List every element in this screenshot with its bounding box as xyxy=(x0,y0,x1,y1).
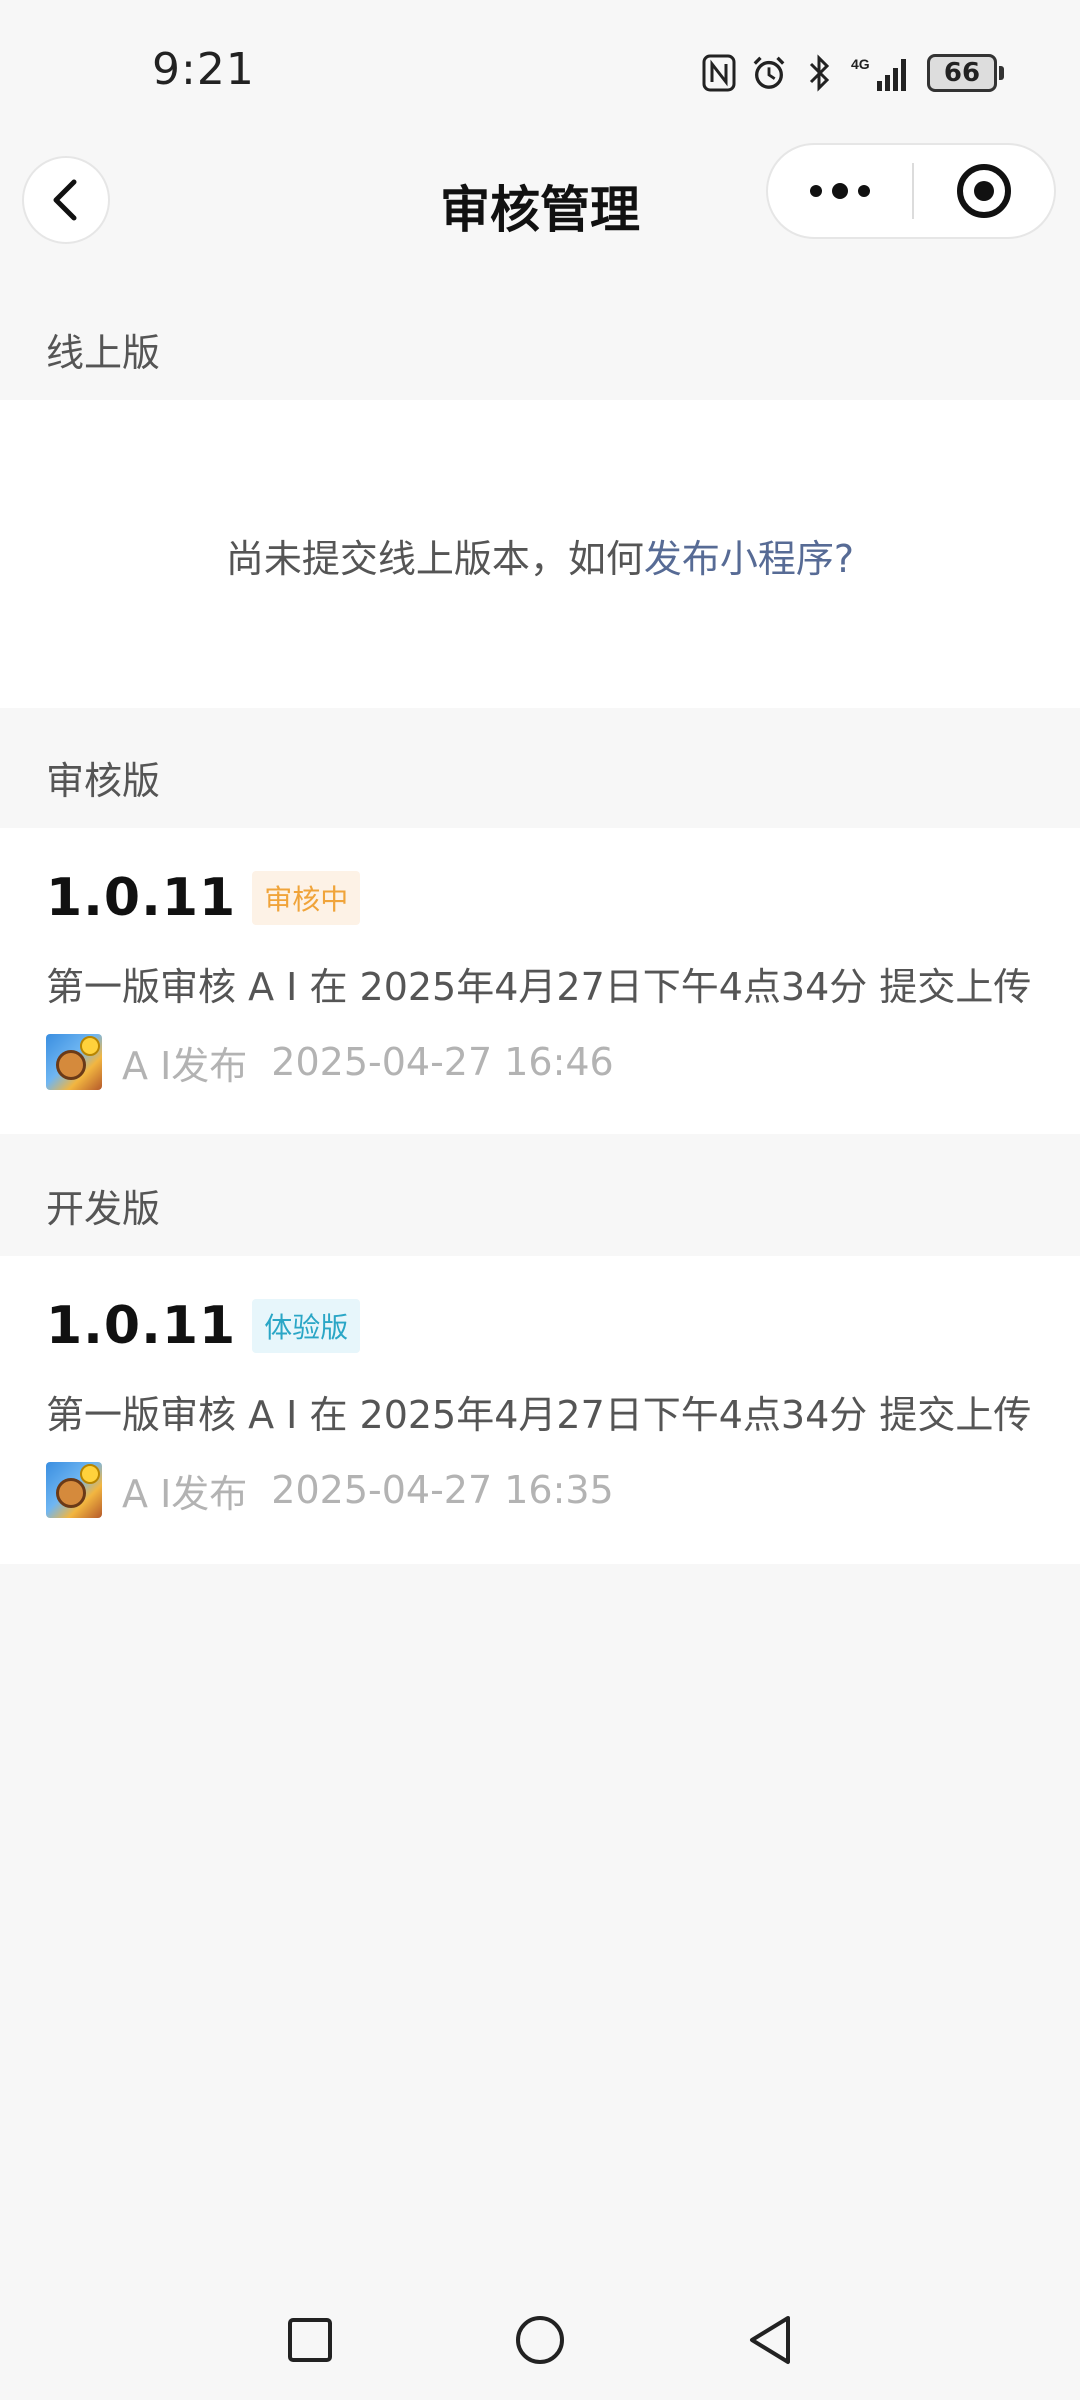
circle-icon xyxy=(516,2316,564,2364)
version-meta: A I发布 2025-04-27 16:46 xyxy=(46,1034,614,1090)
bluetooth-icon xyxy=(801,53,837,93)
square-icon xyxy=(288,2318,332,2362)
avatar xyxy=(46,1462,102,1518)
mini-program-capsule xyxy=(766,143,1056,239)
status-time: 9:21 xyxy=(152,44,255,95)
online-version-card: 尚未提交线上版本，如何发布小程序? xyxy=(0,400,1080,708)
nav-bar: 审核管理 xyxy=(0,140,1080,260)
system-navigation-bar xyxy=(0,2290,1080,2390)
battery-icon: 66 xyxy=(927,54,1004,92)
status-bar: 9:21 4G 66 xyxy=(0,0,1080,140)
version-description: 第一版审核 A I 在 2025年4月27日下午4点34分 提交上传 xyxy=(46,965,1032,1009)
nfc-icon xyxy=(701,53,737,93)
svg-text:4G: 4G xyxy=(851,56,870,72)
status-badge: 体验版 xyxy=(252,1299,361,1353)
status-icons: 4G 66 xyxy=(701,50,1004,96)
empty-state-prefix: 尚未提交线上版本，如何 xyxy=(225,537,644,581)
alarm-icon xyxy=(751,53,787,93)
version-row: 1.0.11 审核中 xyxy=(46,868,361,928)
back-nav-button[interactable] xyxy=(742,2312,798,2368)
author-name: A I发布 xyxy=(122,1471,248,1516)
signal-icon: 4G xyxy=(851,53,913,93)
more-dots-icon xyxy=(810,183,870,199)
submit-time: 2025-04-27 16:35 xyxy=(271,1468,614,1512)
publish-help-link[interactable]: 发布小程序? xyxy=(644,537,854,581)
avatar xyxy=(46,1034,102,1090)
battery-level: 66 xyxy=(927,54,997,92)
close-mini-program-button[interactable] xyxy=(914,145,1054,237)
author-name: A I发布 xyxy=(122,1043,248,1088)
more-button[interactable] xyxy=(768,145,912,237)
recent-apps-button[interactable] xyxy=(282,2312,338,2368)
dev-version-card[interactable]: 1.0.11 体验版 第一版审核 A I 在 2025年4月27日下午4点34分… xyxy=(0,1256,1080,1564)
version-meta: A I发布 2025-04-27 16:35 xyxy=(46,1462,614,1518)
version-description: 第一版审核 A I 在 2025年4月27日下午4点34分 提交上传 xyxy=(46,1393,1032,1437)
empty-state-text: 尚未提交线上版本，如何发布小程序? xyxy=(0,528,1080,583)
review-version-card[interactable]: 1.0.11 审核中 第一版审核 A I 在 2025年4月27日下午4点34分… xyxy=(0,828,1080,1134)
version-number: 1.0.11 xyxy=(46,1296,237,1356)
version-number: 1.0.11 xyxy=(46,868,237,928)
target-close-icon xyxy=(957,164,1011,218)
submit-time: 2025-04-27 16:46 xyxy=(271,1040,614,1084)
section-header-dev: 开发版 xyxy=(46,1187,161,1231)
version-row: 1.0.11 体验版 xyxy=(46,1296,361,1356)
section-header-online: 线上版 xyxy=(46,331,161,375)
status-badge: 审核中 xyxy=(252,871,361,925)
home-button[interactable] xyxy=(512,2312,568,2368)
section-header-review: 审核版 xyxy=(46,759,161,803)
triangle-back-icon xyxy=(750,2316,790,2364)
